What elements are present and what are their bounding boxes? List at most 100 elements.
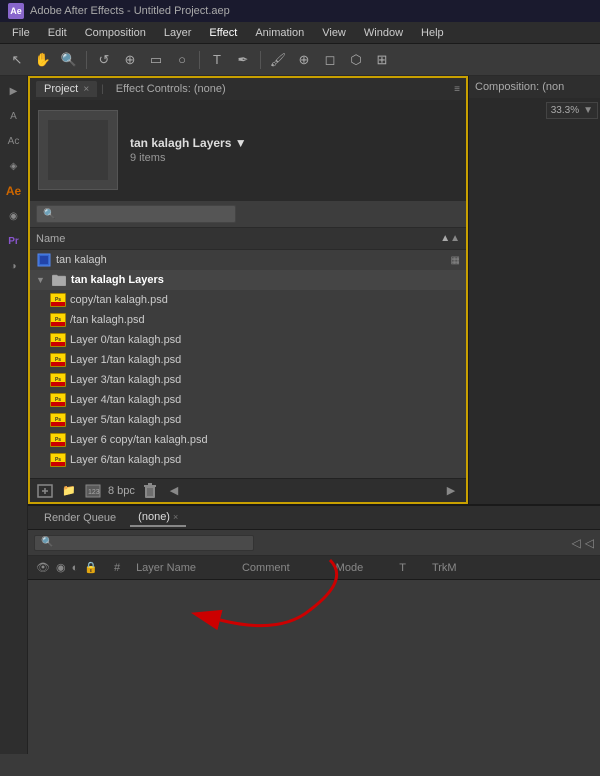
left-sidebar: ▶ A Ac ◈ Ae ◉ Pr ◑ <box>0 76 28 754</box>
file-list-header: Name ▲ ▲ <box>30 228 466 250</box>
filename-layer4: Layer 4/tan kalagh.psd <box>70 394 460 406</box>
menu-layer[interactable]: Layer <box>156 25 200 41</box>
sidebar-icon-6[interactable]: ◑ <box>3 255 25 277</box>
menu-view[interactable]: View <box>314 25 354 41</box>
app-logo: Ae <box>8 3 24 19</box>
new-comp-icon[interactable] <box>36 482 54 500</box>
svg-text:123: 123 <box>88 489 100 496</box>
sidebar-icon-5[interactable]: ◉ <box>3 205 25 227</box>
tab-none[interactable]: (none) × <box>130 509 186 527</box>
menu-help[interactable]: Help <box>413 25 452 41</box>
file-item-root[interactable]: Ps /tan kalagh.psd <box>30 310 466 330</box>
file-name-tan-kalagh: tan kalagh <box>56 254 447 266</box>
sidebar-icon-4[interactable]: ◈ <box>3 155 25 177</box>
file-item-tan-kalagh[interactable]: tan kalagh ▦ <box>30 250 466 270</box>
psd-icon-layer6copy: Ps <box>50 432 66 448</box>
comp-tab-bar: Composition: (non <box>469 76 600 98</box>
tool-rotate[interactable]: ↺ <box>93 49 115 71</box>
sidebar-icon-2[interactable]: A <box>3 105 25 127</box>
tab-render-queue[interactable]: Render Queue <box>36 510 124 526</box>
tool-pen[interactable]: ✒ <box>232 49 254 71</box>
menu-window[interactable]: Window <box>356 25 411 41</box>
menu-file[interactable]: File <box>4 25 38 41</box>
tool-roto[interactable]: ⬡ <box>345 49 367 71</box>
file-item-layer6copy[interactable]: Ps Layer 6 copy/tan kalagh.psd <box>30 430 466 450</box>
menu-animation[interactable]: Animation <box>247 25 312 41</box>
comp-controls: 33.3% ▼ <box>546 102 598 119</box>
prev-btn[interactable]: ◀ <box>165 482 183 500</box>
search-input[interactable] <box>59 208 199 220</box>
panels-area: Project × | Effect Controls: (none) ≡ <box>28 76 600 754</box>
filename-layer6: Layer 6/tan kalagh.psd <box>70 454 460 466</box>
psd-badge: Ps <box>50 293 66 307</box>
preview-info: tan kalagh Layers ▼ 9 items <box>130 136 247 164</box>
psd-icon-copy: Ps <box>50 292 66 308</box>
tool-eraser[interactable]: ◻ <box>319 49 341 71</box>
file-item-layer5[interactable]: Ps Layer 5/tan kalagh.psd <box>30 410 466 430</box>
file-list[interactable]: Name ▲ ▲ tan <box>30 228 466 478</box>
file-item-folder[interactable]: ▼ tan kalagh Layers <box>30 270 466 290</box>
next-btn[interactable]: ▶ <box>442 482 460 500</box>
menu-edit[interactable]: Edit <box>40 25 75 41</box>
file-item-layer6[interactable]: Ps Layer 6/tan kalagh.psd <box>30 450 466 470</box>
bottom-search-icon: 🔍 <box>41 537 53 548</box>
tab-project[interactable]: Project × <box>36 81 97 97</box>
sidebar-icon-1[interactable]: ▶ <box>3 80 25 102</box>
bottom-search-input[interactable] <box>57 537 237 549</box>
timeline-icon-2[interactable]: ◁ <box>585 536 594 550</box>
tab-none-close[interactable]: × <box>173 512 178 522</box>
audio-icon[interactable]: ◉ <box>56 561 66 574</box>
tool-rect-mask[interactable]: ▭ <box>145 49 167 71</box>
zoom-control: 33.3% ▼ <box>546 102 598 119</box>
tool-zoom[interactable]: 🔍 <box>58 49 80 71</box>
psd-icon-layer4: Ps <box>50 392 66 408</box>
tool-brush[interactable]: 🖌 <box>267 49 289 71</box>
timeline-icon-1[interactable]: ◁ <box>572 536 581 550</box>
tool-hand[interactable]: ✋ <box>32 49 54 71</box>
tab-project-close[interactable]: × <box>83 84 89 95</box>
delete-icon[interactable] <box>141 482 159 500</box>
col-sort: ▲ <box>440 233 450 244</box>
project-preview: tan kalagh Layers ▼ 9 items <box>30 100 466 200</box>
import-icon[interactable]: 123 <box>84 482 102 500</box>
tool-clone[interactable]: ⊕ <box>293 49 315 71</box>
composition-panel: Composition: (non 33.3% ▼ <box>468 76 600 504</box>
tool-puppet[interactable]: ⊞ <box>371 49 393 71</box>
eye-icon[interactable]: 👁 <box>36 561 50 574</box>
item-badge: ▦ <box>451 255 460 266</box>
tool-anchor[interactable]: ⊕ <box>119 49 141 71</box>
menu-effect[interactable]: Effect <box>201 25 245 41</box>
filename-copy: copy/tan kalagh.psd <box>70 294 460 306</box>
comp-tab-label[interactable]: Composition: (non <box>475 81 564 93</box>
file-item-layer3[interactable]: Ps Layer 3/tan kalagh.psd <box>30 370 466 390</box>
sidebar-icon-3[interactable]: Ac <box>3 130 25 152</box>
panel-menu-icon[interactable]: ≡ <box>454 84 460 95</box>
search-icon: 🔍 <box>43 209 55 220</box>
tool-ellipse-mask[interactable]: ○ <box>171 49 193 71</box>
sidebar-icon-adobe[interactable]: Ae <box>3 180 25 202</box>
filename-root: /tan kalagh.psd <box>70 314 460 326</box>
sidebar-icon-pr[interactable]: Pr <box>3 230 25 252</box>
tool-text[interactable]: T <box>206 49 228 71</box>
toolbar-separator-2 <box>199 51 200 69</box>
preview-title: tan kalagh Layers ▼ <box>130 136 247 150</box>
file-item-copy[interactable]: Ps copy/tan kalagh.psd <box>30 290 466 310</box>
file-item-layer0[interactable]: Ps Layer 0/tan kalagh.psd <box>30 330 466 350</box>
file-item-layer1[interactable]: Ps Layer 1/tan kalagh.psd <box>30 350 466 370</box>
scroll-area: ▲ <box>450 233 460 244</box>
tool-select[interactable]: ↖ <box>6 49 28 71</box>
menu-composition[interactable]: Composition <box>77 25 154 41</box>
render-queue-label: Render Queue <box>44 512 116 524</box>
psd-icon-layer1: Ps <box>50 352 66 368</box>
lock-icon[interactable]: 🔒 <box>84 561 98 574</box>
col-trkm: TrkM <box>432 562 457 574</box>
zoom-arrow[interactable]: ▼ <box>583 105 593 116</box>
expand-arrow: ▼ <box>36 275 45 285</box>
thumb-content <box>48 120 108 180</box>
tab-effect-controls[interactable]: Effect Controls: (none) <box>108 81 234 97</box>
filename-layer0: Layer 0/tan kalagh.psd <box>70 334 460 346</box>
col-t: T <box>399 562 406 574</box>
file-item-layer4[interactable]: Ps Layer 4/tan kalagh.psd <box>30 390 466 410</box>
solo-icon[interactable]: ◐ <box>72 562 79 574</box>
folder-icon-bottom[interactable]: 📁 <box>60 482 78 500</box>
